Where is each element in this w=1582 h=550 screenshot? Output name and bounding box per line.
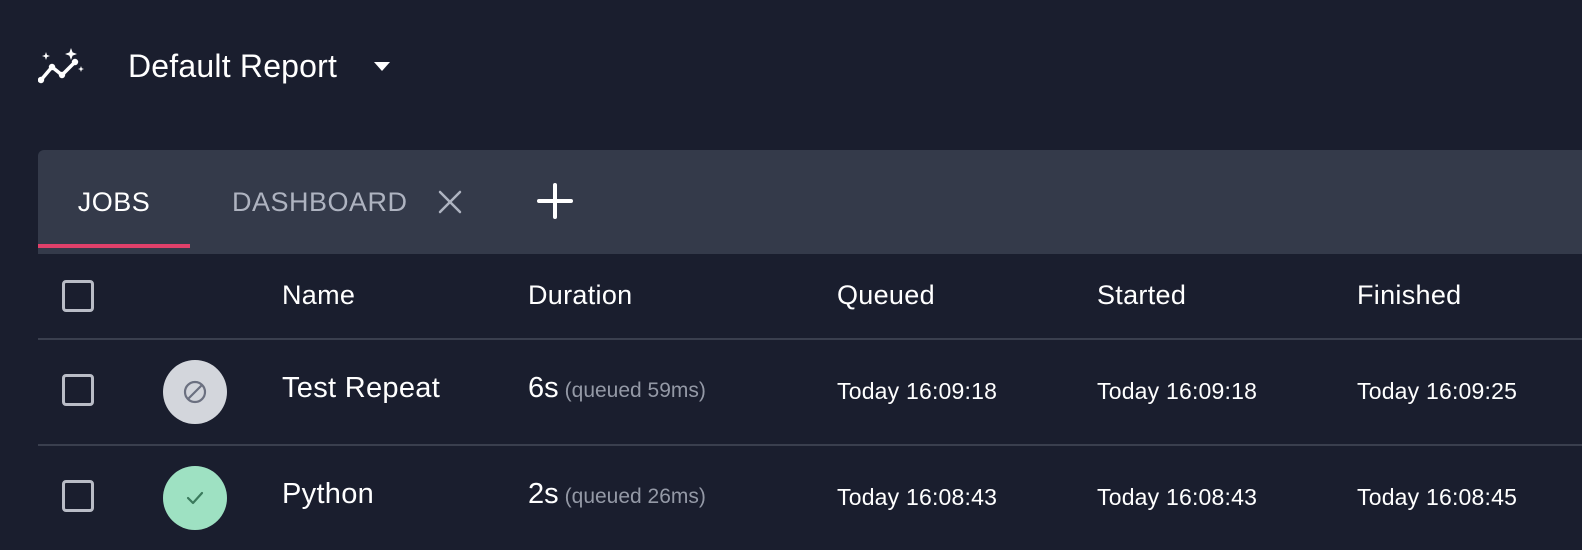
tab-dashboard-label: DASHBOARD: [232, 186, 408, 217]
duration-value: 6s: [528, 372, 559, 404]
column-header-queued[interactable]: Queued: [837, 280, 935, 311]
started-time: Today 16:08:43: [1097, 484, 1258, 510]
table-header: Name Duration Queued Started Finished: [38, 254, 1582, 340]
duration-value: 2s: [528, 478, 559, 510]
finished-time: Today 16:09:25: [1357, 378, 1518, 404]
check-icon: [186, 491, 204, 505]
tab-jobs-label: JOBS: [77, 186, 151, 217]
queued-time: Today 16:08:43: [837, 484, 998, 510]
column-header-duration[interactable]: Duration: [528, 280, 632, 311]
column-header-name[interactable]: Name: [282, 280, 355, 311]
close-icon[interactable]: [436, 188, 464, 216]
status-badge-cancelled: [163, 360, 227, 424]
sparkle-chart-logo-icon: [38, 48, 84, 84]
status-badge-success: [163, 466, 227, 530]
job-duration: 6s (queued 59ms): [528, 372, 706, 405]
top-bar: Default Report: [0, 0, 1582, 130]
row-checkbox[interactable]: [62, 480, 94, 512]
table-row[interactable]: Python 2s (queued 26ms) Today 16:08:43 To…: [38, 446, 1582, 550]
column-header-finished[interactable]: Finished: [1357, 280, 1461, 311]
table-row[interactable]: Test Repeat 6s (queued 59ms) Today 16:09:…: [38, 340, 1582, 446]
select-all-checkbox[interactable]: [62, 280, 94, 312]
tab-jobs[interactable]: JOBS: [38, 150, 190, 254]
job-duration: 2s (queued 26ms): [528, 478, 706, 511]
job-name[interactable]: Test Repeat: [282, 372, 440, 405]
queued-note: (queued 26ms): [564, 485, 706, 508]
started-time: Today 16:09:18: [1097, 378, 1258, 404]
queued-time: Today 16:09:18: [837, 378, 998, 404]
jobs-panel: JOBS DASHBOARD Name Duration Queued Star…: [38, 150, 1582, 550]
add-tab-icon[interactable]: [536, 182, 574, 220]
row-checkbox[interactable]: [62, 374, 94, 406]
job-name[interactable]: Python: [282, 478, 374, 511]
caret-down-icon[interactable]: [372, 58, 392, 74]
column-header-started[interactable]: Started: [1097, 280, 1186, 311]
active-tab-indicator: [38, 244, 190, 248]
report-title[interactable]: Default Report: [128, 44, 337, 88]
cancel-icon: [183, 380, 207, 404]
tab-bar: JOBS DASHBOARD: [38, 150, 1582, 254]
tab-dashboard[interactable]: DASHBOARD: [232, 150, 408, 254]
finished-time: Today 16:08:45: [1357, 484, 1518, 510]
queued-note: (queued 59ms): [564, 379, 706, 402]
